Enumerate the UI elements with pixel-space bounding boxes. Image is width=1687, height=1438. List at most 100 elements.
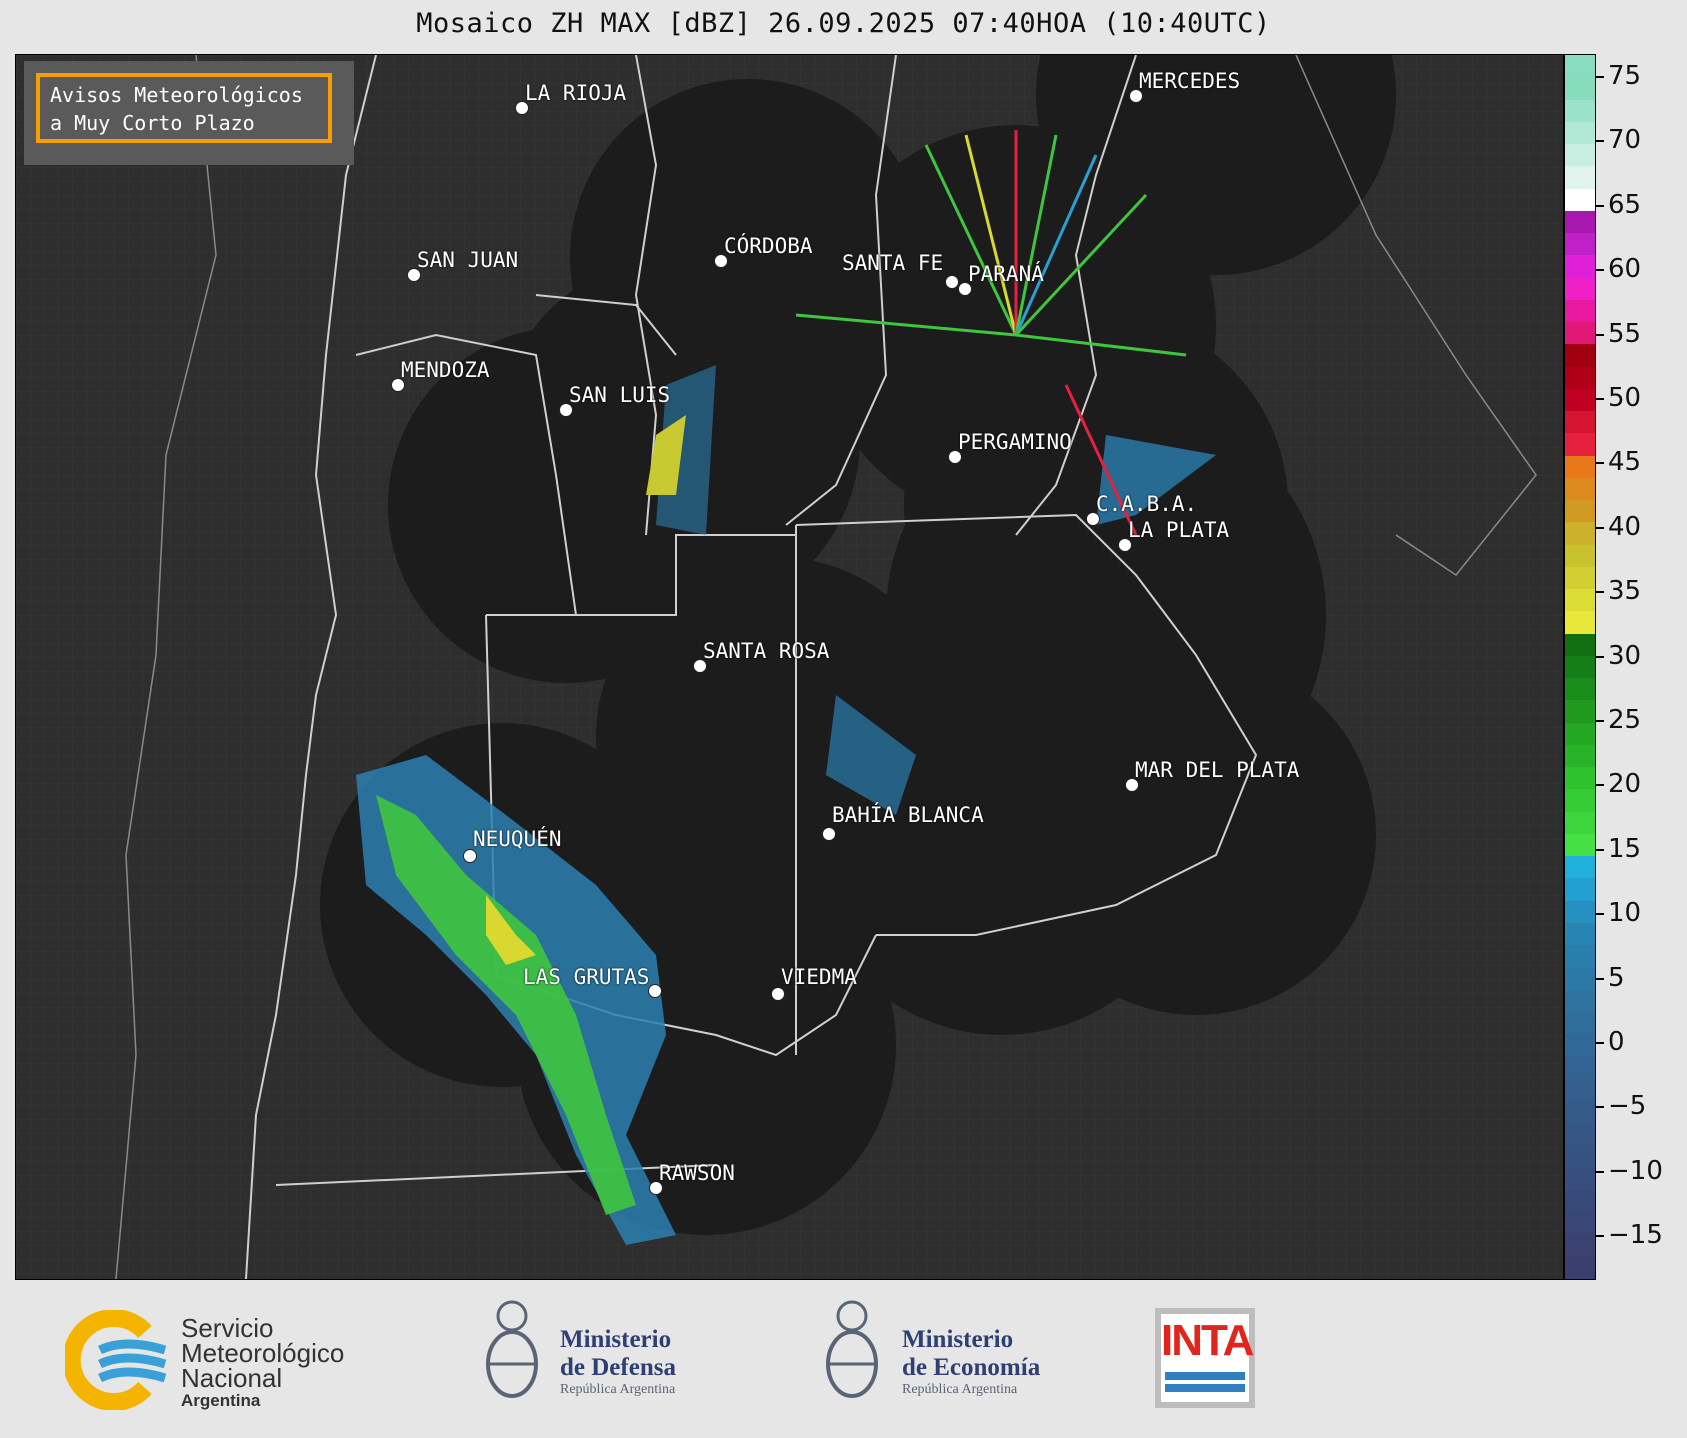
color-scale-bar [1564,54,1596,1280]
color-scale-tick [1596,204,1604,207]
color-scale-segment [1565,789,1595,812]
ministerio-economia-logo: Ministerio de Economía República Argenti… [820,1296,1080,1416]
color-scale-tick-label: 35 [1608,576,1642,607]
color-scale-segment [1565,700,1595,723]
city-label-parana: PARANÁ [968,262,1044,286]
color-scale-segment [1565,811,1595,834]
coat-of-arms-icon [486,1300,538,1398]
radar-map[interactable]: Avisos Meteorológicos a Muy Corto Plazo … [15,54,1564,1280]
color-scale-segment [1565,833,1595,856]
inta-label: INTA [1161,1316,1254,1365]
city-label-las-grutas: LAS GRUTAS [523,965,650,989]
map-title: Mosaico ZH MAX [dBZ] 26.09.2025 07:40HOA… [416,8,1271,39]
color-scale-tick [1596,140,1604,143]
color-scale-segment [1565,99,1595,122]
color-scale-segment [1565,121,1595,144]
city-marker[interactable] [945,275,959,289]
city-label-mar-del-plata: MAR DEL PLATA [1135,758,1300,782]
city-label-neuquen: NEUQUÉN [473,827,562,851]
color-scale-tick [1596,1235,1604,1238]
city-label-viedma: VIEDMA [781,965,857,989]
color-scale-segment [1565,1011,1595,1034]
city-label-pergamino: PERGAMINO [958,430,1072,454]
color-scale-segment [1565,678,1595,701]
color-scale-tick [1596,333,1604,336]
color-scale-segment [1565,522,1595,545]
color-scale-tick [1596,526,1604,529]
color-scale-tick-label: 45 [1608,447,1642,478]
color-scale-tick [1596,913,1604,916]
color-scale-segment [1565,1256,1595,1279]
color-scale-tick [1596,269,1604,272]
city-label-la-rioja: LA RIOJA [525,81,627,105]
color-scale-segment [1565,945,1595,968]
city-label-caba: C.A.B.A. [1096,492,1198,516]
city-label-la-plata: LA PLATA [1128,518,1230,542]
color-scale-segment [1565,1100,1595,1123]
color-scale-segment [1565,233,1595,256]
color-scale-tick-label: −10 [1608,1155,1663,1186]
coat-of-arms-icon [826,1300,878,1398]
color-scale-segment [1565,55,1595,78]
color-scale-tick-label: 65 [1608,189,1642,220]
city-label-santa-rosa: SANTA ROSA [703,639,830,663]
color-scale-segment [1565,366,1595,389]
color-scale-segment [1565,433,1595,456]
color-scale-segment [1565,1234,1595,1257]
color-scale-segment [1565,1212,1595,1235]
color-scale-tick-label: −5 [1608,1091,1647,1122]
color-scale-segment [1565,1189,1595,1212]
color-scale-tick-label: −15 [1608,1220,1663,1251]
economia-line-3: República Argentina [902,1382,1018,1397]
color-scale-tick [1596,848,1604,851]
color-scale-segment [1565,878,1595,901]
color-scale-tick-label: 0 [1608,1027,1625,1057]
color-scale-segment [1565,967,1595,990]
city-label-bahia-blanca: BAHÍA BLANCA [832,803,984,827]
color-scale-segment [1565,1123,1595,1146]
smn-logo-icon [65,1310,167,1410]
color-scale-tick-label: 15 [1608,833,1642,864]
smn-logo: Servicio Meteorológico Nacional Argentin… [65,1304,385,1414]
ministerio-defensa-logo: Ministerio de Defensa República Argentin… [480,1296,740,1416]
footer-logos: Servicio Meteorológico Nacional Argentin… [0,1280,1687,1438]
color-scale-segment [1565,1167,1595,1190]
color-scale-segment [1565,989,1595,1012]
color-scale-tick [1596,1170,1604,1173]
color-scale-tick [1596,591,1604,594]
color-scale-tick [1596,462,1604,465]
color-scale-tick-label: 50 [1608,383,1642,413]
color-scale-segment [1565,144,1595,167]
city-marker[interactable] [822,827,836,841]
city-marker[interactable] [648,984,662,998]
color-scale-tick [1596,655,1604,658]
color-scale-segment [1565,277,1595,300]
color-scale-tick [1596,1106,1604,1109]
inta-logo: INTA [1155,1308,1255,1408]
notice-line-1: Avisos Meteorológicos [50,83,303,107]
color-scale-segment [1565,455,1595,478]
color-scale-segment [1565,544,1595,567]
color-scale-tick [1596,1042,1604,1044]
city-marker[interactable] [463,849,477,863]
color-scale-segment [1565,411,1595,434]
notice-box: Avisos Meteorológicos a Muy Corto Plazo [36,73,332,143]
color-scale-tick [1596,76,1604,78]
color-scale-segment [1565,1145,1595,1168]
color-scale-segment [1565,566,1595,589]
color-scale-segment [1565,477,1595,500]
color-scale-tick [1596,398,1604,400]
color-scale-segment [1565,166,1595,189]
defensa-line-1: Ministerio [560,1326,672,1353]
color-scale-tick-label: 5 [1608,962,1625,993]
color-scale-segment [1565,322,1595,345]
color-scale-segment [1565,210,1595,233]
color-scale-tick [1596,784,1604,787]
color-scale-segment [1565,655,1595,678]
city-label-rawson: RAWSON [659,1161,735,1185]
color-scale-tick-label: 40 [1608,511,1642,542]
color-scale-tick-label: 25 [1608,705,1642,735]
city-marker[interactable] [771,987,785,1001]
color-scale-tick-label: 60 [1608,254,1642,285]
color-scale-tick [1596,977,1604,980]
